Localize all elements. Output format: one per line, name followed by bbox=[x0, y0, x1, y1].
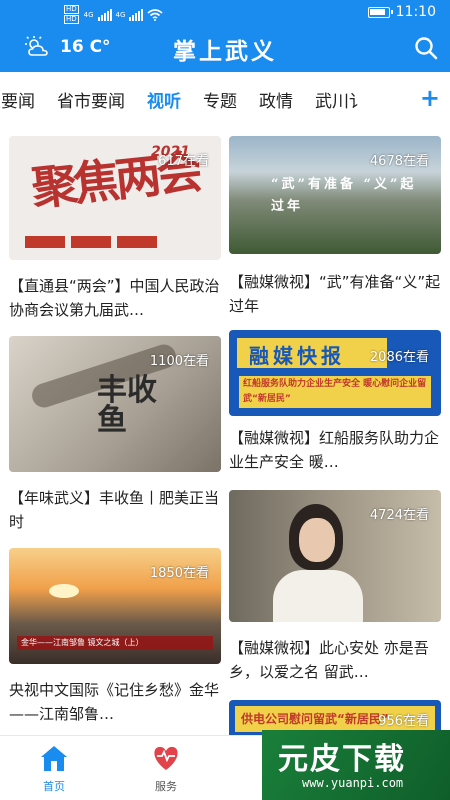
news-card[interactable]: 金华——江南邹鲁 镜文之城（上） 1850在看 央视中文国际《记住乡愁》金华——… bbox=[9, 548, 221, 730]
thumbnail-subtitle: 红船服务队助力企业生产安全 暖心慰问企业留武“新居民” bbox=[239, 376, 431, 408]
view-count: 4724在看 bbox=[369, 508, 429, 523]
thumbnail: 聚焦两会 2021 617在看 bbox=[9, 136, 221, 260]
signal-icon bbox=[129, 8, 144, 21]
add-tab-button[interactable]: + bbox=[413, 84, 440, 112]
view-count: 2086在看 bbox=[369, 350, 429, 365]
search-icon bbox=[415, 37, 438, 60]
network-type: 4G bbox=[115, 10, 126, 19]
tab-item[interactable]: 省市要闻 bbox=[57, 87, 125, 112]
battery-icon bbox=[367, 6, 393, 18]
card-title: 【年味武义】丰收鱼丨肥美正当时 bbox=[9, 489, 220, 531]
news-card[interactable]: 聚焦两会 2021 617在看 【直通县“两会”】中国人民政治协商会议第九届武… bbox=[9, 136, 221, 326]
app-title: 掌上武义 bbox=[173, 38, 277, 65]
heart-icon bbox=[154, 746, 178, 770]
view-count: 4678在看 bbox=[369, 154, 429, 169]
news-card[interactable]: 丰收鱼 1100在看 【年味武义】丰收鱼丨肥美正当时 bbox=[9, 336, 221, 536]
view-count: 1100在看 bbox=[149, 354, 209, 369]
card-title: 【融媒微视】“武”有准备“义”起过年 bbox=[229, 273, 441, 315]
card-title: 【直通县“两会”】中国人民政治协商会议第九届武… bbox=[9, 277, 220, 319]
signal-area: HD HD 4G 4G bbox=[64, 5, 163, 24]
thumbnail: 4724在看 bbox=[229, 490, 441, 622]
thumbnail-text: 丰收鱼 bbox=[97, 373, 157, 438]
card-title: 【融媒微视】此心安处 亦是吾乡，以爱之名 留武… bbox=[229, 639, 429, 681]
news-card[interactable]: 4724在看 【融媒微视】此心安处 亦是吾乡，以爱之名 留武… bbox=[229, 490, 441, 690]
tab-item[interactable]: 武川讠 bbox=[315, 87, 366, 112]
view-count: 956在看 bbox=[378, 714, 429, 729]
tab-item[interactable]: 义要闻 bbox=[0, 87, 35, 112]
nav-item-home[interactable]: 首页 bbox=[24, 744, 84, 794]
thumbnail: “武”有准备 “义”起过年 4678在看 bbox=[229, 136, 441, 254]
news-card[interactable]: 融媒快报 红船服务队助力企业生产安全 暖心慰问企业留武“新居民” 2086在看 … bbox=[229, 330, 441, 480]
thumbnail-caption: 金华——江南邹鲁 镜文之城（上） bbox=[17, 636, 213, 650]
view-count: 617在看 bbox=[158, 154, 209, 169]
search-button[interactable] bbox=[414, 36, 438, 64]
signal-icon bbox=[97, 8, 112, 21]
tab-item[interactable]: 专题 bbox=[203, 87, 237, 112]
card-title: 【融媒微视】红船服务队助力企业生产安全 暖… bbox=[229, 429, 440, 471]
view-count: 1850在看 bbox=[149, 566, 209, 581]
tab-item-active[interactable]: 视听 bbox=[147, 87, 181, 112]
thumbnail: 融媒快报 红船服务队助力企业生产安全 暖心慰问企业留武“新居民” 2086在看 bbox=[229, 330, 441, 416]
clock: 11:10 bbox=[395, 4, 436, 20]
news-card[interactable]: “武”有准备 “义”起过年 4678在看 【融媒微视】“武”有准备“义”起过年 bbox=[229, 136, 441, 322]
app-header: 16 C° 掌上武义 bbox=[0, 26, 450, 72]
home-icon bbox=[41, 746, 67, 771]
hd-badge: HD bbox=[64, 15, 79, 24]
category-tabs: 义要闻 省市要闻 视听 专题 政情 武川讠 + bbox=[0, 72, 450, 126]
thumbnail-text: “武”有准备 “义”起过年 bbox=[271, 177, 417, 214]
watermark-text: 元皮下载 bbox=[278, 742, 406, 777]
network-type: 4G bbox=[83, 10, 94, 19]
status-bar: HD HD 4G 4G 11:10 bbox=[0, 0, 450, 26]
nav-label: 首页 bbox=[43, 780, 65, 793]
watermark-url: www.yuanpi.com bbox=[302, 776, 404, 790]
wifi-icon bbox=[147, 8, 163, 21]
nav-label: 服务 bbox=[155, 780, 177, 793]
thumbnail: 丰收鱼 1100在看 bbox=[9, 336, 221, 472]
nav-item-service[interactable]: 服务 bbox=[136, 744, 196, 794]
tab-item[interactable]: 政情 bbox=[259, 87, 293, 112]
thumbnail: 金华——江南邹鲁 镜文之城（上） 1850在看 bbox=[9, 548, 221, 664]
card-title: 央视中文国际《记住乡愁》金华——江南邹鲁… bbox=[9, 681, 220, 723]
thumbnail-text: 融媒快报 bbox=[249, 344, 345, 368]
watermark-logo: 元皮下载 www.yuanpi.com bbox=[262, 730, 450, 800]
hd-badge: HD bbox=[64, 5, 79, 14]
